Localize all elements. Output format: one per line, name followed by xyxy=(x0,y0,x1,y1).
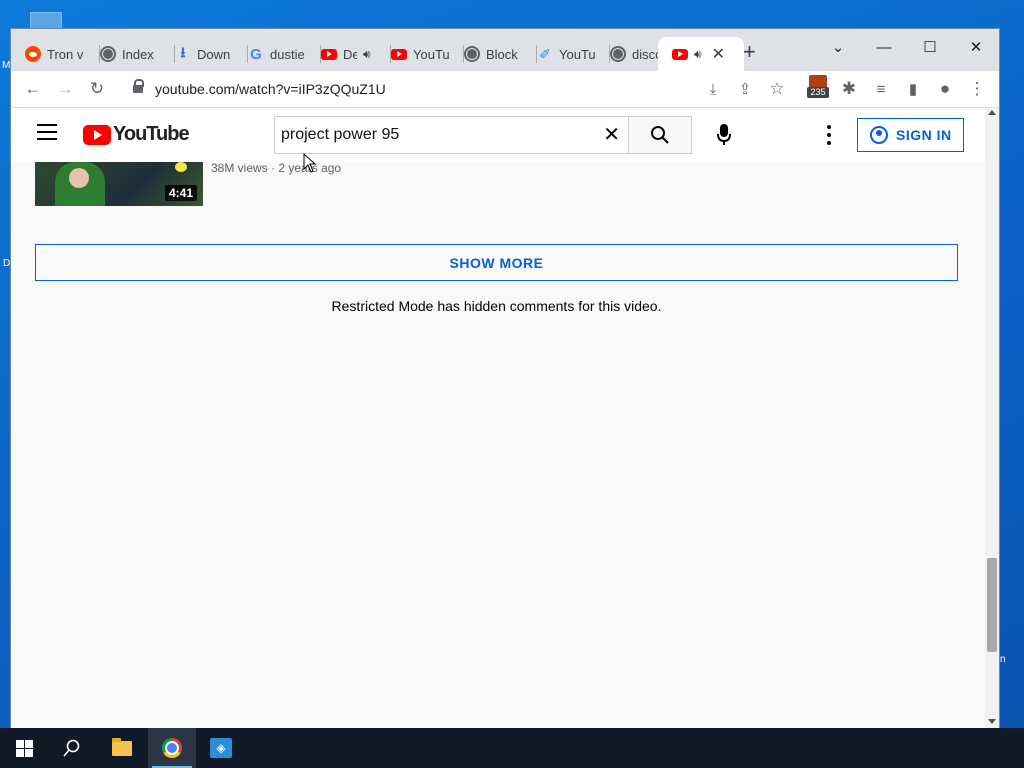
chrome-icon xyxy=(162,738,182,758)
close-window-button[interactable]: ✕ xyxy=(953,33,999,61)
reload-button[interactable]: ↻ xyxy=(85,77,109,101)
folder-icon xyxy=(112,737,132,756)
youtube-wordmark: YouTube xyxy=(113,123,190,145)
show-more-button[interactable]: SHOW MORE xyxy=(35,244,958,281)
sandbox-app-icon: ◈ xyxy=(210,738,232,758)
globe-icon xyxy=(464,46,480,62)
voice-search-button[interactable] xyxy=(708,119,740,151)
desktop-label-fragment: D xyxy=(3,258,11,269)
back-button[interactable]: ← xyxy=(21,77,45,101)
desktop-label-fragment: n xyxy=(1000,654,1006,665)
tab-label: dustie xyxy=(270,46,305,62)
menu-icon[interactable] xyxy=(37,124,57,140)
extensions-puzzle-icon[interactable]: ✱ xyxy=(837,77,861,101)
bookmark-star-icon[interactable]: ☆ xyxy=(765,77,789,101)
pin-icon: ✐ xyxy=(539,45,551,62)
sandbox-taskbar-button[interactable]: ◈ xyxy=(197,728,245,768)
speaker-icon[interactable]: 🔊︎ xyxy=(363,47,371,62)
search-button[interactable] xyxy=(628,116,692,154)
chrome-taskbar-button[interactable] xyxy=(148,728,196,768)
extension-badge-icon[interactable]: 235 xyxy=(807,75,829,101)
youtube-icon xyxy=(672,48,688,60)
media-control-icon[interactable]: ≡ xyxy=(869,77,893,101)
tab-label: YouTu xyxy=(559,46,596,62)
youtube-page: YouTube ✕ SI xyxy=(11,108,985,728)
forward-button[interactable]: → xyxy=(53,77,77,101)
minimize-button[interactable]: — xyxy=(861,33,907,61)
youtube-play-icon xyxy=(83,124,111,145)
youtube-logo[interactable]: YouTube xyxy=(83,123,190,146)
youtube-icon xyxy=(391,48,407,60)
search-icon xyxy=(651,126,669,144)
scrollbar-thumb[interactable] xyxy=(987,558,997,652)
youtube-header: YouTube ✕ SI xyxy=(11,108,985,162)
clear-search-icon[interactable]: ✕ xyxy=(603,125,620,145)
tab-label: De xyxy=(343,46,357,62)
mouse-cursor-icon xyxy=(303,153,317,173)
browser-toolbar: ← → ↻ youtube.com/watch?v=iIP3zQQuZ1U ⤓ … xyxy=(11,71,999,108)
windows-logo-icon xyxy=(15,739,33,757)
new-tab-button[interactable]: + xyxy=(743,41,756,63)
tab-active[interactable]: 🔊︎ ✕ xyxy=(658,37,744,71)
page-scrollbar[interactable] xyxy=(985,108,999,728)
tab-strip: Tron v Index ⭳ Down G dustie De 🔊︎ YouTu xyxy=(11,29,999,71)
tab-search-button[interactable]: ⌄ xyxy=(815,33,861,61)
globe-icon xyxy=(100,46,116,62)
side-panel-icon[interactable]: ▮ xyxy=(901,77,925,101)
search-box: ✕ xyxy=(274,116,628,154)
extension-badge-count: 235 xyxy=(807,87,829,98)
scroll-down-icon[interactable] xyxy=(988,719,996,724)
search-input[interactable] xyxy=(275,117,591,153)
maximize-button[interactable]: ☐ xyxy=(907,33,953,61)
sign-in-label: SIGN IN xyxy=(896,127,952,143)
start-button[interactable] xyxy=(0,728,48,768)
search-icon xyxy=(63,739,80,757)
tab-label: Down xyxy=(197,46,231,62)
address-bar[interactable]: youtube.com/watch?v=iIP3zQQuZ1U xyxy=(119,75,799,103)
lock-icon[interactable] xyxy=(133,79,144,93)
chrome-menu-icon[interactable]: ⋮ xyxy=(965,77,989,101)
settings-more-icon[interactable] xyxy=(819,123,839,147)
taskbar: ◈ xyxy=(0,728,1024,768)
install-icon[interactable]: ⤓ xyxy=(701,77,725,101)
download-icon: ⭳ xyxy=(180,44,186,60)
tab-label: Tron v xyxy=(47,46,84,62)
share-icon[interactable]: ⇪ xyxy=(733,77,757,101)
globe-icon xyxy=(610,46,626,62)
speaker-icon[interactable]: 🔊︎ xyxy=(694,47,702,62)
tab-label: YouTu xyxy=(413,46,450,62)
tab-label: Index xyxy=(122,46,154,62)
desktop-label-fragment: M xyxy=(2,60,11,71)
video-meta: 38M views · 2 years ago xyxy=(211,161,342,175)
youtube-icon xyxy=(321,48,337,60)
account-icon xyxy=(870,126,888,144)
url-text[interactable]: youtube.com/watch?v=iIP3zQQuZ1U xyxy=(155,81,386,97)
chrome-window: Tron v Index ⭳ Down G dustie De 🔊︎ YouTu xyxy=(11,29,999,728)
taskbar-search-button[interactable] xyxy=(48,728,96,768)
sign-in-button[interactable]: SIGN IN xyxy=(857,118,964,152)
profile-icon[interactable]: ● xyxy=(933,77,957,101)
file-explorer-button[interactable] xyxy=(98,728,146,768)
reddit-icon xyxy=(25,46,41,62)
video-duration: 4:41 xyxy=(164,185,197,201)
tab-label: Block xyxy=(486,46,518,62)
close-tab-icon[interactable]: ✕ xyxy=(712,44,725,64)
google-icon: G xyxy=(250,45,262,63)
scroll-up-icon[interactable] xyxy=(988,110,996,115)
microphone-icon xyxy=(717,124,731,145)
restricted-mode-message: Restricted Mode has hidden comments for … xyxy=(331,298,662,314)
video-thumbnail[interactable]: 4:41 xyxy=(35,162,203,206)
